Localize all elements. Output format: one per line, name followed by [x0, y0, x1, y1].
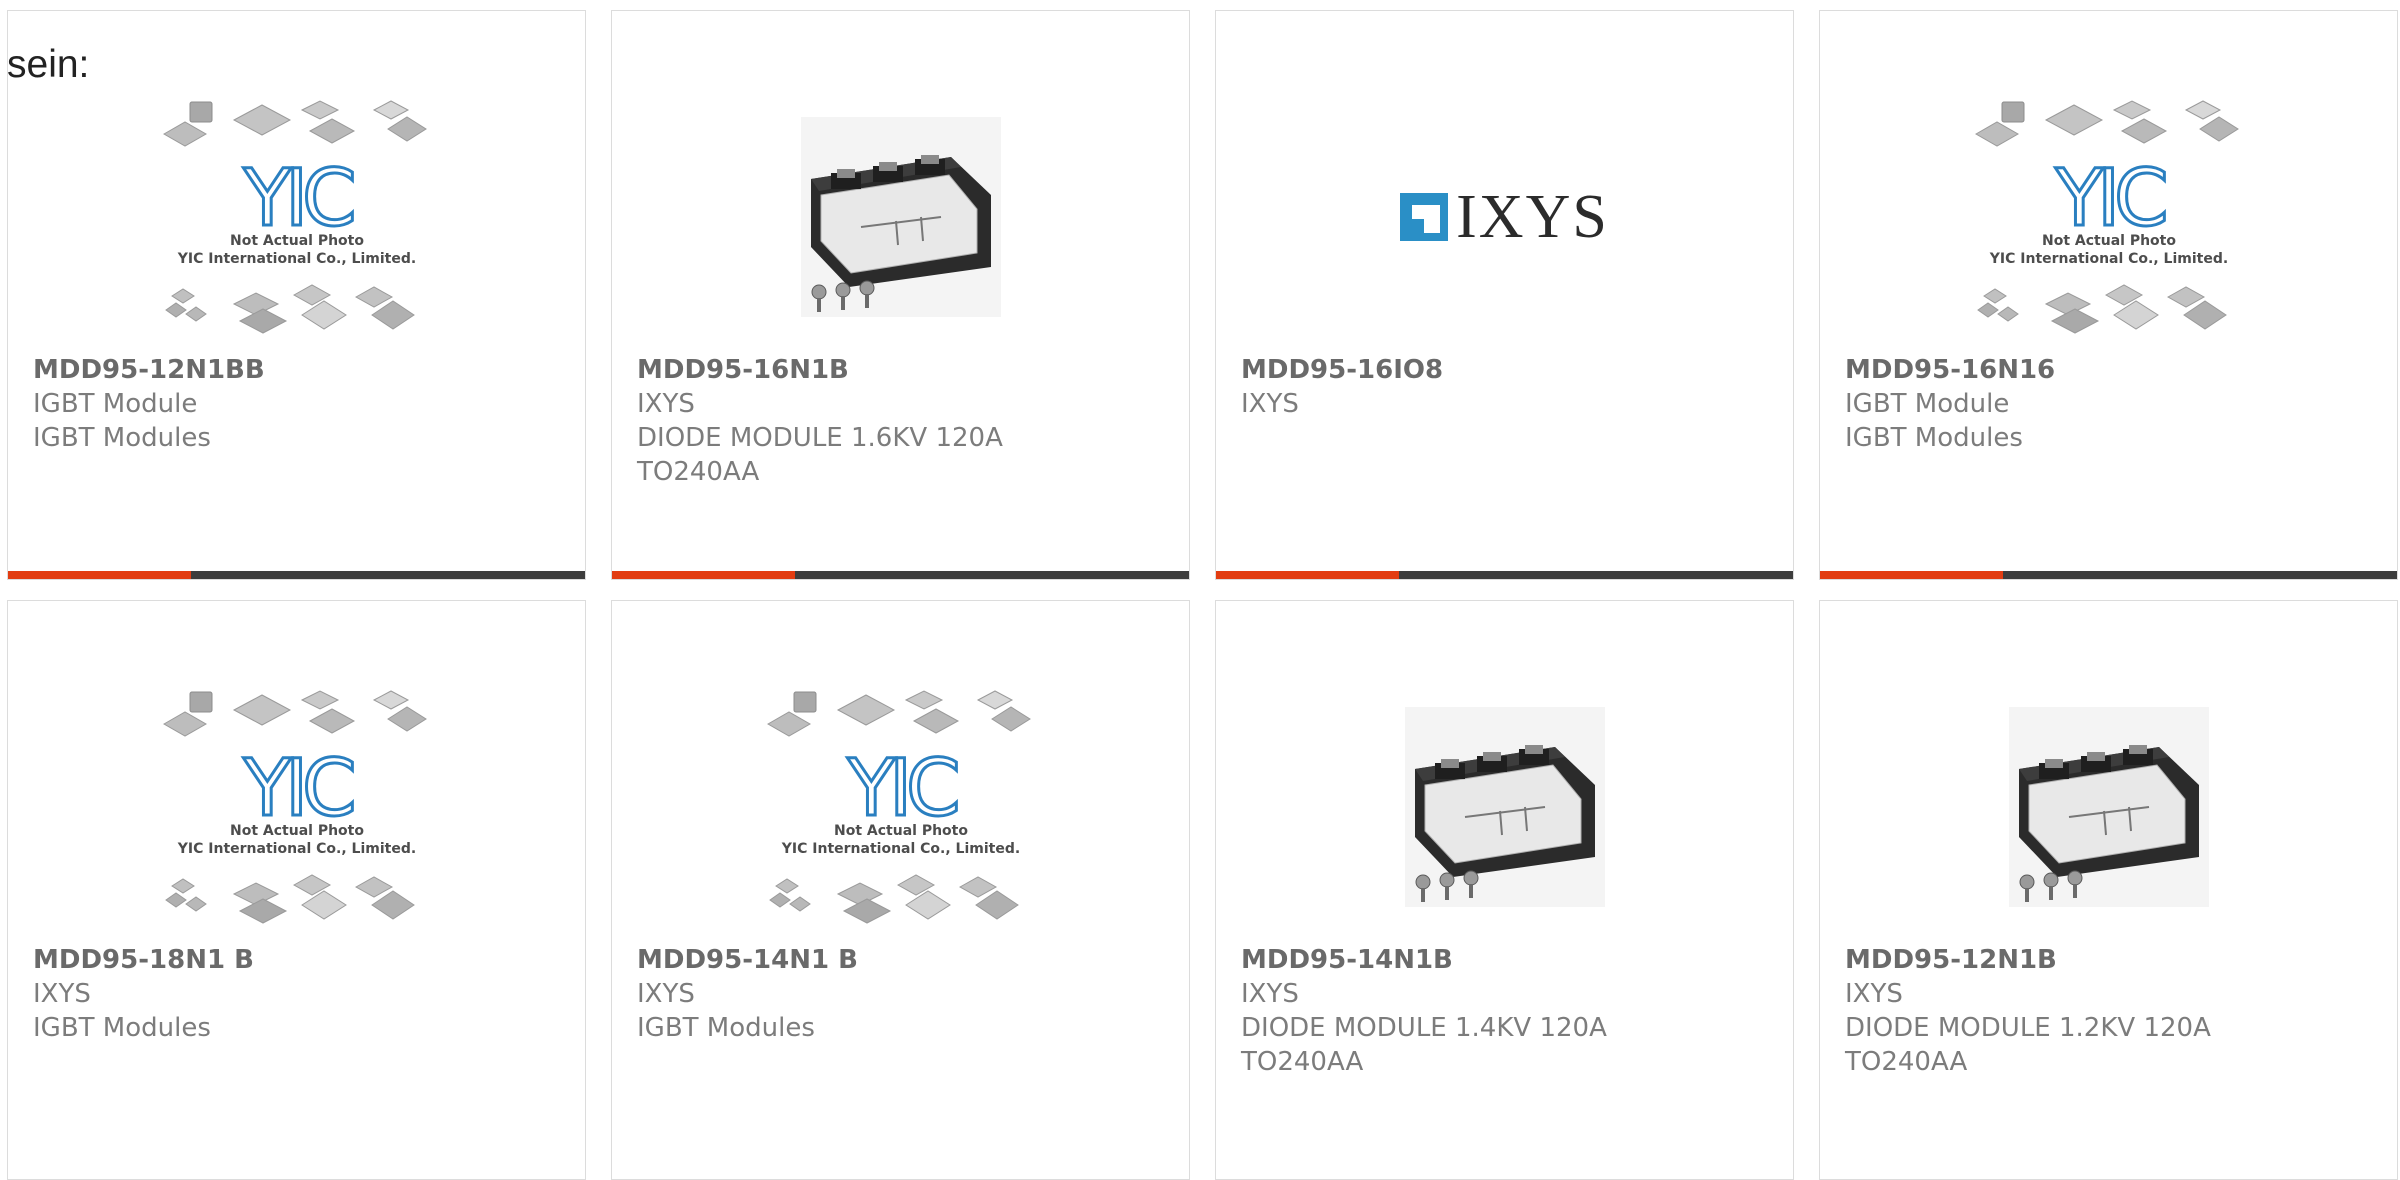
product-description: TO240AA — [1241, 1047, 1364, 1077]
ixys-brand-logo: IXYS — [1400, 186, 1609, 248]
product-description: DIODE MODULE 1.4KV 120A — [1241, 1013, 1607, 1043]
yic-logo: YIC — [846, 744, 957, 834]
product-card[interactable]: MDD95-16N1B IXYS DIODE MODULE 1.6KV 120A TO… — [611, 10, 1190, 580]
product-info: MDD95-14N1B IXYS DIODE MODULE 1.4KV 120A TO… — [1241, 943, 1775, 1079]
product-info: MDD95-16N1B IXYS DIODE MODULE 1.6KV 120A TO… — [637, 353, 1171, 489]
card-accent-segment — [1216, 571, 1399, 579]
product-card[interactable]: YIC Not Actual Photo YIC International Co.… — [1819, 10, 2398, 580]
product-description: DIODE MODULE 1.2KV 120A — [1845, 1013, 2211, 1043]
card-accent-segment — [8, 571, 191, 579]
placeholder-caption-line2: YIC International Co., Limited. — [1988, 251, 2227, 267]
product-part-number-link[interactable]: MDD95-16N1B — [637, 353, 1171, 387]
yic-logo: YIC — [2054, 154, 2165, 244]
product-description: TO240AA — [1845, 1047, 1968, 1077]
card-accent-segment — [1820, 571, 2003, 579]
card-accent-track — [191, 571, 585, 579]
product-card[interactable]: IXYS MDD95-16IO8 IXYS — [1215, 10, 1794, 580]
product-card[interactable]: MDD95-12N1B IXYS DIODE MODULE 1.2KV 120A TO… — [1819, 600, 2398, 1180]
product-manufacturer: IXYS — [33, 979, 91, 1009]
card-accent-track — [795, 571, 1189, 579]
product-description: DIODE MODULE 1.6KV 120A — [637, 423, 1003, 453]
placeholder-image: YICNot Actual Photo YIC International Co.… — [766, 689, 1031, 924]
product-info: MDD95-16IO8 IXYS — [1241, 353, 1775, 421]
product-image[interactable] — [1216, 669, 1793, 944]
placeholder-caption-line1: Not Actual Photo — [834, 823, 968, 839]
card-accent-track — [1399, 571, 1793, 579]
ixys-logo-mark-icon — [1400, 192, 1449, 241]
diode-module-photo — [2008, 706, 2209, 907]
product-card[interactable]: YIC Not Actual Photo YIC International Co.… — [611, 600, 1190, 1180]
yic-logo: YIC — [242, 154, 353, 244]
product-image[interactable]: IXYS — [1216, 79, 1793, 354]
product-image[interactable]: YIC Not Actual Photo YIC International Co.… — [1820, 79, 2397, 354]
product-card[interactable]: MDD95-14N1B IXYS DIODE MODULE 1.4KV 120A TO… — [1215, 600, 1794, 1180]
card-accent-segment — [612, 571, 795, 579]
product-image[interactable]: YIC Not Actual Photo YIC International Co.… — [612, 669, 1189, 944]
placeholder-caption-line2: YIC International Co., Limited. — [176, 251, 415, 267]
product-description: TO240AA — [637, 457, 760, 487]
yic-logo: YIC — [242, 744, 353, 834]
card-accent-track — [2003, 571, 2397, 579]
product-info: MDD95-12N1B IXYS DIODE MODULE 1.2KV 120A TO… — [1845, 943, 2379, 1079]
diode-module-photo — [1404, 706, 1605, 907]
product-manufacturer: IXYS — [1241, 389, 1299, 419]
product-manufacturer: IXYS — [637, 979, 695, 1009]
card-accent-bar — [8, 571, 585, 579]
product-manufacturer: IXYS — [1241, 979, 1299, 1009]
card-accent-bar — [612, 571, 1189, 579]
product-image[interactable] — [612, 79, 1189, 354]
product-part-number-link[interactable]: MDD95-16IO8 — [1241, 353, 1775, 387]
product-image[interactable]: YIC Not Actual Photo YIC International Co.… — [8, 79, 585, 354]
product-part-number-link[interactable]: MDD95-14N1 B — [637, 943, 1171, 977]
product-manufacturer: IXYS — [637, 389, 695, 419]
placeholder-caption-line2: YIC International Co., Limited. — [176, 841, 415, 857]
placeholder-caption-line1: Not Actual Photo — [230, 823, 364, 839]
placeholder-image: YICNot Actual Photo YIC International Co.… — [162, 689, 427, 924]
product-card[interactable]: YIC Not Actual Photo YIC International Co.… — [7, 600, 586, 1180]
ixys-logo-text: IXYS — [1456, 182, 1609, 251]
product-description: IGBT Modules — [33, 423, 211, 453]
product-card[interactable]: YIC Not Actual Photo YIC International Co.… — [7, 10, 586, 580]
product-manufacturer: IGBT Module — [33, 389, 198, 419]
product-image[interactable] — [1820, 669, 2397, 944]
product-part-number-link[interactable]: MDD95-12N1B — [1845, 943, 2379, 977]
product-part-number-link[interactable]: MDD95-18N1 B — [33, 943, 567, 977]
placeholder-image: YICNot Actual Photo YIC International Co.… — [1974, 99, 2239, 334]
placeholder-caption-line1: Not Actual Photo — [2042, 233, 2176, 249]
product-part-number-link[interactable]: MDD95-12N1BB — [33, 353, 567, 387]
placeholder-caption-line2: YIC International Co., Limited. — [780, 841, 1019, 857]
product-part-number-link[interactable]: MDD95-16N16 — [1845, 353, 2379, 387]
card-accent-bar — [1216, 571, 1793, 579]
product-manufacturer: IXYS — [1845, 979, 1903, 1009]
product-manufacturer: IGBT Module — [1845, 389, 2010, 419]
product-info: MDD95-14N1 B IXYS IGBT Modules — [637, 943, 1171, 1045]
product-info: MDD95-12N1BB IGBT Module IGBT Modules — [33, 353, 567, 455]
product-info: MDD95-18N1 B IXYS IGBT Modules — [33, 943, 567, 1045]
card-accent-bar — [1820, 571, 2397, 579]
placeholder-image: YICNot Actual Photo YIC International Co.… — [162, 99, 427, 334]
product-info: MDD95-16N16 IGBT Module IGBT Modules — [1845, 353, 2379, 455]
placeholder-caption-line1: Not Actual Photo — [230, 233, 364, 249]
product-description: IGBT Modules — [637, 1013, 815, 1043]
product-image[interactable]: YIC Not Actual Photo YIC International Co.… — [8, 669, 585, 944]
product-part-number-link[interactable]: MDD95-14N1B — [1241, 943, 1775, 977]
intro-text: sein: — [7, 43, 90, 86]
product-description: IGBT Modules — [33, 1013, 211, 1043]
product-description: IGBT Modules — [1845, 423, 2023, 453]
diode-module-photo — [800, 116, 1001, 317]
